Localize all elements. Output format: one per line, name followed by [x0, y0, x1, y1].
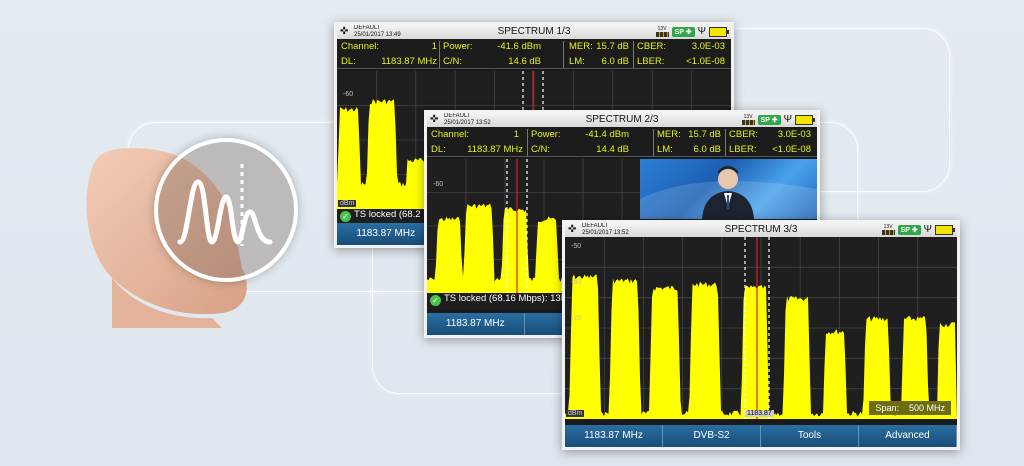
y-tick: -60 — [343, 91, 354, 98]
screen-header: ✜ DEFAULT 25/01/2017 13:49 SPECTRUM 1/3 1… — [337, 25, 731, 39]
sp-button[interactable]: SP ✚ — [757, 114, 781, 125]
video-preview — [640, 159, 817, 219]
voltage-label: 13V — [657, 25, 667, 32]
dl-measure: DL: 1183.87 MHz — [341, 56, 437, 67]
sp-button[interactable]: SP ✚ — [671, 26, 695, 37]
span-indicator: Span: 500 MHz — [869, 401, 951, 415]
channel-measure: Channel: 1 — [431, 129, 519, 140]
antenna-icon: Ψ — [697, 26, 706, 37]
power-measure: Power: -41.6 dBm — [443, 41, 541, 52]
spectrum-circle-icon — [154, 138, 298, 282]
voltage-indicator: 13V — [741, 113, 755, 125]
softkey-frequency[interactable]: 1183.87 MHz — [565, 425, 663, 447]
lock-status-text: TS locked (68.16 Mbps): 13E — [444, 293, 568, 304]
lber-measure: LBER: <1.0E-08 — [729, 144, 811, 155]
softkey-tools[interactable]: Tools — [761, 425, 859, 447]
channel-measure: Channel: 1 — [341, 41, 437, 52]
measurements-panel: Channel: 1 DL: 1183.87 MHz Power: -41.4 dBm… — [427, 127, 817, 157]
power-measure: Power: -41.4 dBm — [531, 129, 629, 140]
unit-label: dBm — [566, 410, 585, 417]
cn-measure: C/N: 14.6 dB — [443, 56, 541, 67]
spectrum-trace — [565, 237, 957, 419]
marker-frequency: 1183.87 — [745, 410, 774, 417]
lm-measure: LM: 6.0 dB — [657, 144, 721, 155]
cber-measure: CBER: 3.0E-03 — [729, 129, 811, 140]
lm-measure: LM: 6.0 dB — [569, 56, 629, 67]
spectrum-plot[interactable]: -50 -60 -70 dBm 1183.87 Span: 500 MHz — [565, 237, 957, 419]
softkey-standard[interactable]: DVB-S2 — [663, 425, 761, 447]
screen-header: ✜ DEFAULT 25/01/2017 13:52 SPECTRUM 2/3 1… — [427, 113, 817, 127]
voltage-label: 13V — [743, 113, 753, 120]
voltage-label: 13V — [883, 223, 893, 230]
y-tick-2: -60 — [571, 279, 582, 286]
lber-measure: LBER: <1.0E-08 — [637, 56, 725, 67]
cber-measure: CBER: 3.0E-03 — [637, 41, 725, 52]
lock-status-text: TS locked (68.2 — [354, 209, 421, 220]
antenna-icon: Ψ — [783, 114, 792, 125]
sp-label: SP — [900, 226, 910, 234]
battery-icon — [935, 224, 955, 235]
y-tick-1: -50 — [571, 243, 582, 250]
measurements-panel: Channel: 1 DL: 1183.87 MHz Power: -41.6 dBm… — [337, 39, 731, 69]
sp-button[interactable]: SP ✚ — [897, 224, 921, 235]
softkey-bar: 1183.87 MHz DVB-S2 Tools Advanced — [565, 425, 957, 447]
mer-measure: MER: 15.7 dB — [569, 41, 629, 52]
span-label: Span: — [875, 403, 899, 413]
y-tick: -60 — [433, 181, 444, 188]
y-tick-3: -70 — [571, 315, 582, 322]
cn-measure: C/N: 14.4 dB — [531, 144, 629, 155]
check-icon: ✓ — [430, 295, 441, 306]
news-presenter-image — [640, 166, 817, 219]
span-value: 500 MHz — [908, 403, 945, 413]
spectrum-screen-3: ✜ DEFAULT 25/01/2017 13:52 SPECTRUM 3/3 1… — [562, 220, 960, 450]
softkey-advanced[interactable]: Advanced — [859, 425, 957, 447]
screen-header: ✜ DEFAULT 25/01/2017 13:52 SPECTRUM 3/3 1… — [565, 223, 957, 237]
voltage-indicator: 13V — [881, 223, 895, 235]
mer-measure: MER: 15.7 dB — [657, 129, 721, 140]
battery-icon — [709, 26, 729, 37]
voltage-indicator: 13V — [655, 25, 669, 37]
check-icon: ✓ — [340, 211, 351, 222]
sp-label: SP — [760, 116, 770, 124]
sp-label: SP — [674, 28, 684, 36]
softkey-frequency[interactable]: 1183.87 MHz — [337, 223, 436, 245]
softkey-frequency[interactable]: 1183.87 MHz — [427, 313, 525, 335]
dl-measure: DL: 1183.87 MHz — [431, 144, 523, 155]
spectrum-waveform-icon — [177, 164, 273, 246]
battery-icon — [795, 114, 815, 125]
antenna-icon: Ψ — [923, 224, 932, 235]
unit-label: dBm — [338, 200, 357, 207]
